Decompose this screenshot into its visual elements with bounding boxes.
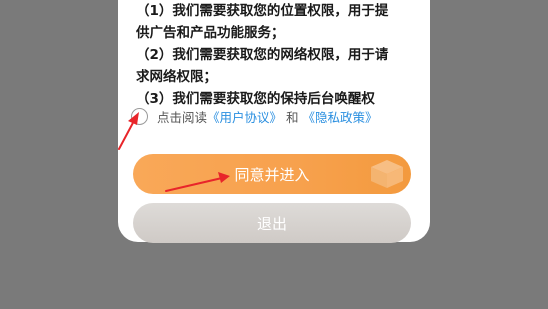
user-agreement-link[interactable]: 《用户协议》 (207, 110, 282, 125)
agree-button-label: 同意并进入 (234, 165, 310, 184)
permission-line-2: 供广告和产品功能服务； (136, 25, 285, 41)
screen: （1）我们需要获取您的位置权限，用于提 供广告和产品功能服务； （2）我们需要获… (0, 0, 548, 309)
privacy-policy-link[interactable]: 《隐私政策》 (303, 110, 378, 125)
exit-button-label: 退出 (256, 214, 287, 233)
exit-button[interactable]: 退出 (133, 203, 411, 243)
box-icon (371, 160, 403, 188)
permission-line-3: （2）我们需要获取您的网络权限，用于请 (136, 47, 389, 63)
permission-description: （1）我们需要获取您的位置权限，用于提 供广告和产品功能服务； （2）我们需要获… (136, 0, 416, 110)
agreement-row: 点击阅读《用户协议》 和 《隐私政策》 (131, 106, 378, 126)
permission-line-1: （1）我们需要获取您的位置权限，用于提 (136, 3, 389, 19)
agreement-text: 点击阅读《用户协议》 和 《隐私政策》 (157, 107, 378, 126)
agreement-and: 和 (286, 109, 299, 125)
permission-line-4: 求网络权限； (136, 69, 217, 85)
agreement-radio[interactable] (131, 107, 148, 125)
agree-and-enter-button[interactable]: 同意并进入 (133, 154, 411, 194)
agreement-prefix: 点击阅读 (157, 109, 208, 125)
